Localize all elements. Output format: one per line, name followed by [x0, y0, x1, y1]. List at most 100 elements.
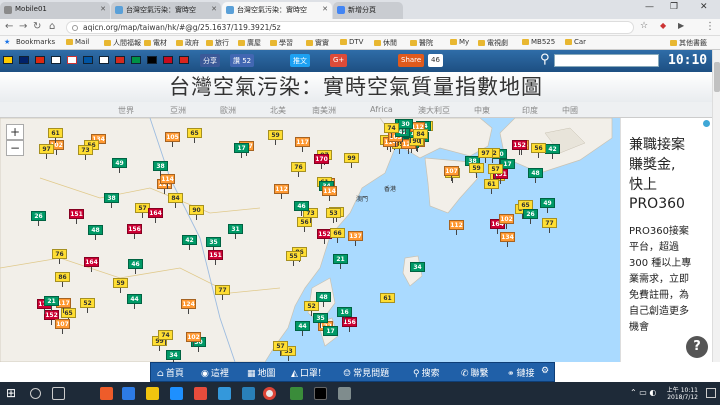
taskbar-time[interactable]: 上午 10:11 [667, 385, 698, 394]
aqi-marker[interactable]: 26 [31, 211, 46, 221]
bookmark-item[interactable]: Car [565, 38, 586, 46]
aqi-marker[interactable]: 48 [316, 292, 331, 302]
aqi-marker[interactable]: 107 [444, 166, 459, 176]
notification-icon[interactable] [706, 388, 716, 398]
ad-info-icon[interactable] [703, 120, 710, 127]
aqi-marker[interactable]: 73 [78, 145, 93, 155]
zoom-out-button[interactable]: − [6, 140, 24, 156]
taskbar-date[interactable]: 2018/7/12 [667, 394, 698, 401]
flag-icon[interactable] [147, 56, 157, 64]
aqi-marker[interactable]: 46 [294, 201, 309, 211]
region-link[interactable]: 南美洲 [312, 105, 336, 116]
close-icon[interactable]: ✕ [100, 5, 106, 13]
footer-nav-item[interactable]: ✆ 聯繫 [461, 366, 489, 379]
bookmark-item[interactable]: 旅行 [206, 38, 229, 48]
ad-panel[interactable]: 兼職接案 賺獎金, 快上 PRO360 PRO360接案 平台，超過 300 種以上… [620, 118, 712, 362]
aqi-marker[interactable]: 35 [313, 313, 328, 323]
aqi-marker[interactable]: 65 [187, 128, 202, 138]
tab-aqi-2[interactable]: 台灣空氣污染：實時空 ✕ [222, 2, 332, 19]
edge-icon[interactable] [170, 387, 183, 400]
share-button[interactable]: 分享 [200, 54, 220, 67]
aqi-marker[interactable]: 55 [286, 251, 301, 261]
page-scrollbar[interactable] [712, 50, 720, 362]
region-link[interactable]: 北美 [270, 105, 286, 116]
footer-nav-item[interactable]: ⚙ [541, 366, 551, 376]
region-link[interactable]: 澳大利亞 [418, 105, 450, 116]
bookmark-item[interactable]: 電視劇 [478, 38, 508, 48]
aqi-map[interactable]: + − 香港 澳門 164122152112766513710710511710… [0, 118, 620, 362]
flag-icon[interactable] [67, 56, 77, 64]
aqi-marker[interactable]: 151 [208, 250, 223, 260]
flag-icon[interactable] [115, 56, 125, 64]
bookmark-item[interactable]: 實實 [306, 38, 329, 48]
aqi-marker[interactable]: 38 [104, 193, 119, 203]
share-button[interactable]: 讚 52 [230, 54, 255, 67]
url-input[interactable]: aqicn.org/map/taiwan/hk/#@g/25.1637/119.… [66, 21, 634, 34]
aqi-marker[interactable]: 17 [323, 326, 338, 336]
aqi-marker[interactable]: 114 [322, 186, 337, 196]
aqi-marker[interactable]: 90 [189, 205, 204, 215]
app-icon[interactable] [242, 387, 255, 400]
aqi-marker[interactable]: 42 [182, 235, 197, 245]
search-icon[interactable] [30, 388, 41, 399]
share-button[interactable]: G+ [330, 54, 348, 67]
aqi-marker[interactable]: 99 [344, 153, 359, 163]
aqi-marker[interactable]: 105 [165, 132, 180, 142]
aqi-marker[interactable]: 30 [398, 119, 413, 129]
aqi-marker[interactable]: 151 [69, 209, 84, 219]
aqi-marker[interactable]: 48 [528, 168, 543, 178]
aqi-marker[interactable]: 42 [545, 144, 560, 154]
aqi-marker[interactable]: 52 [304, 301, 319, 311]
tab-mobile01[interactable]: Mobile01 ✕ [0, 2, 110, 19]
app-icon[interactable] [218, 387, 231, 400]
bookmark-item[interactable]: 休閒 [374, 38, 397, 48]
footer-nav-item[interactable]: ◭ 口罩! [291, 366, 322, 379]
footer-nav-item[interactable]: ☺ 常見問題 [343, 366, 389, 379]
aqi-marker[interactable]: 74 [158, 330, 173, 340]
aqi-marker[interactable]: 114 [160, 174, 175, 184]
aqi-marker[interactable]: 26 [523, 209, 538, 219]
aqi-marker[interactable]: 76 [52, 249, 67, 259]
search-icon[interactable]: ⚲ [540, 52, 550, 67]
chrome-icon[interactable] [263, 387, 276, 400]
aqi-marker[interactable]: 57 [488, 164, 503, 174]
folder-icon[interactable] [146, 387, 159, 400]
aqi-marker[interactable]: 21 [44, 296, 59, 306]
flag-icon[interactable] [99, 56, 109, 64]
aqi-marker[interactable]: 59 [113, 278, 128, 288]
tray-icons[interactable]: ⌃ ▭ ◐ [630, 388, 656, 397]
aqi-marker[interactable]: 61 [48, 128, 63, 138]
footer-nav-item[interactable]: ⚲ 搜索 [413, 366, 440, 379]
menu-icon[interactable]: ⋮ [705, 21, 715, 32]
back-icon[interactable]: ← [5, 21, 13, 32]
flag-icon[interactable] [83, 56, 93, 64]
aqi-marker[interactable]: 137 [348, 231, 363, 241]
task-view-icon[interactable] [52, 387, 65, 400]
star-icon[interactable]: ☆ [640, 21, 648, 31]
bookmark-item[interactable]: 廣屋 [238, 38, 261, 48]
aqi-marker[interactable]: 17 [234, 143, 249, 153]
window-close-icon[interactable]: ✕ [700, 2, 708, 12]
aqi-marker[interactable]: 49 [540, 198, 555, 208]
forward-icon[interactable]: → [19, 21, 27, 32]
aqi-marker[interactable]: 112 [449, 220, 464, 230]
bookmark-item[interactable]: My [450, 38, 469, 46]
zoom-in-button[interactable]: + [6, 124, 24, 140]
reload-icon[interactable]: ↻ [33, 21, 41, 32]
aqi-marker[interactable]: 48 [88, 225, 103, 235]
bookmark-item[interactable]: 人間福報 [104, 38, 141, 48]
aqi-marker[interactable]: 112 [274, 184, 289, 194]
aqi-marker[interactable]: 44 [127, 294, 142, 304]
aqi-marker[interactable]: 164 [84, 257, 99, 267]
flag-icon[interactable] [3, 56, 13, 64]
share-button[interactable]: 46 [428, 54, 443, 67]
flag-icon[interactable] [35, 56, 45, 64]
aqi-marker[interactable]: 31 [228, 224, 243, 234]
bookmark-item[interactable]: 學習 [270, 38, 293, 48]
aqi-marker[interactable]: 49 [112, 158, 127, 168]
app-icon[interactable] [314, 387, 327, 400]
aqi-marker[interactable]: 38 [153, 161, 168, 171]
region-link[interactable]: Africa [370, 105, 393, 114]
share-button[interactable]: Share [398, 54, 425, 67]
aqi-marker[interactable]: 84 [168, 193, 183, 203]
